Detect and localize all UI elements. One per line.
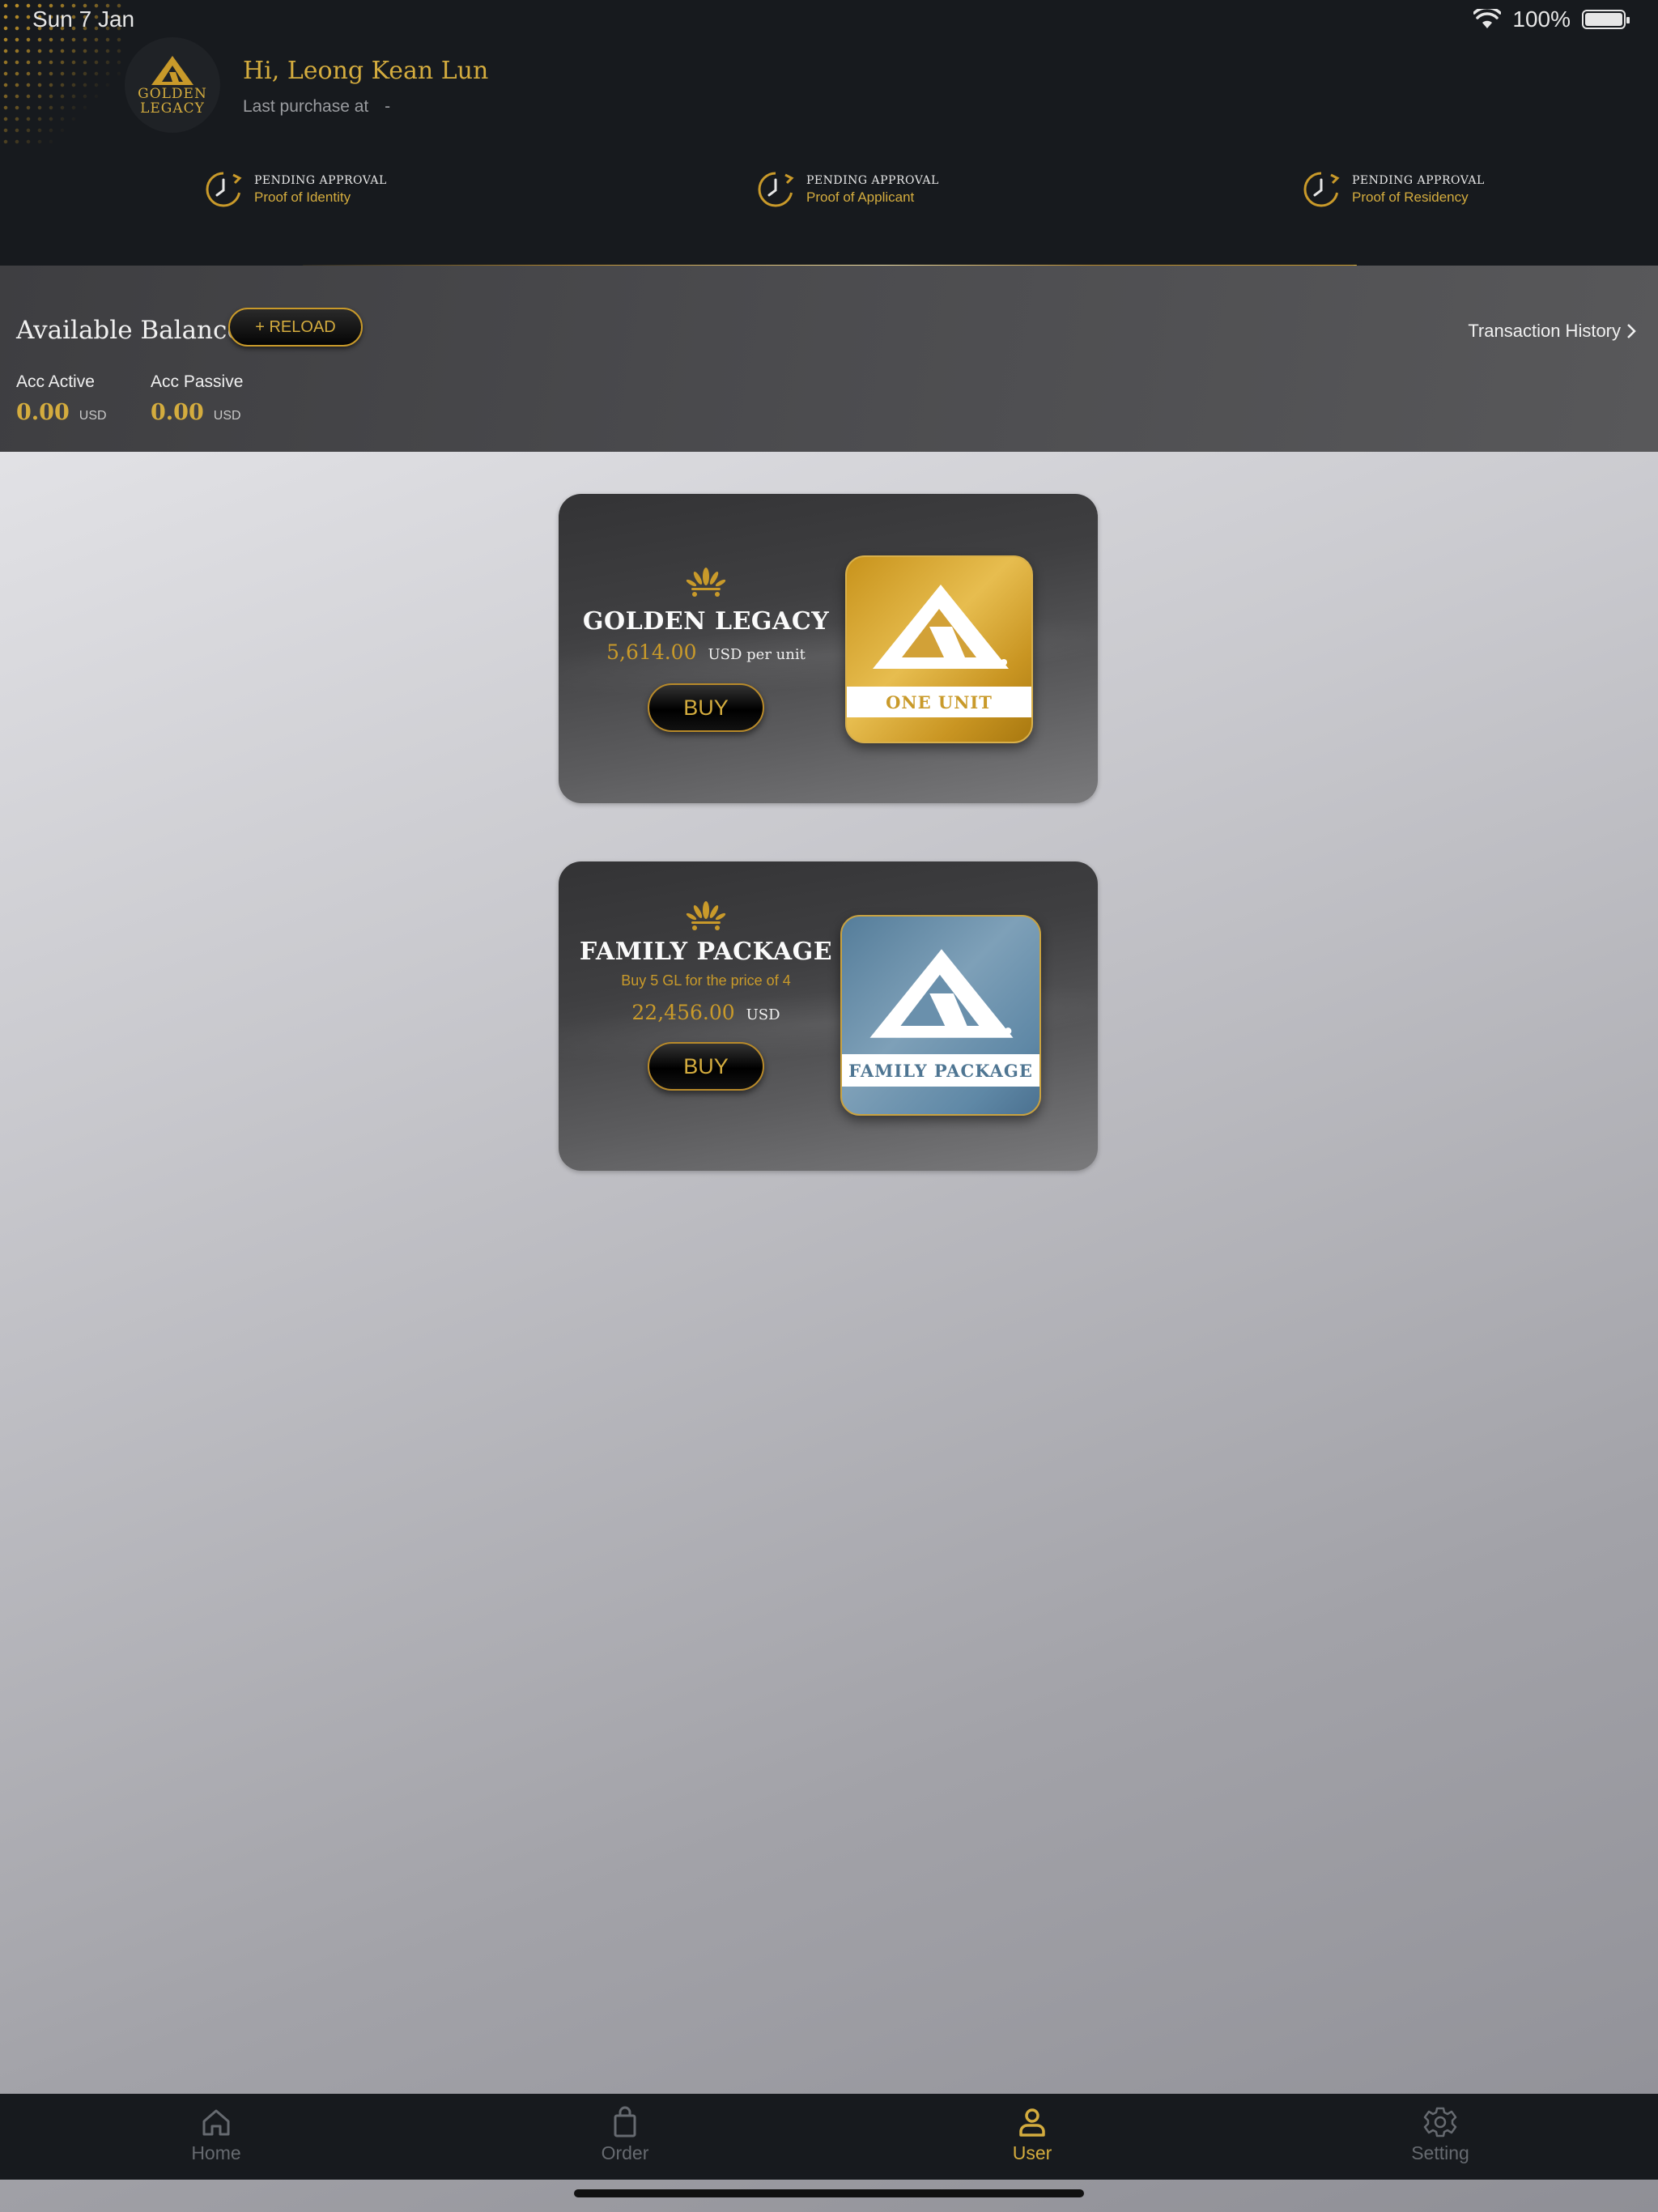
brand-logo: GOLDEN LEGACY [125, 37, 220, 133]
product-image-one-unit[interactable]: ONE UNIT [845, 555, 1033, 743]
clock-pending-icon [758, 172, 794, 207]
product-price: 22,456.00 [631, 1001, 735, 1024]
buy-button[interactable]: BUY [648, 683, 764, 732]
battery-percent: 100% [1512, 6, 1571, 32]
flourish-icon [686, 901, 726, 930]
verification-status: PENDING APPROVAL [254, 173, 387, 187]
tab-label: Home [191, 2142, 241, 2163]
account-unit: USD [213, 409, 241, 423]
product-card-family-package: FAMILY PACKAGE Buy 5 GL for the price of… [559, 861, 1098, 1171]
verification-status: PENDING APPROVAL [806, 173, 939, 187]
verification-status: PENDING APPROVAL [1352, 173, 1485, 187]
clock-pending-icon [206, 172, 242, 207]
buy-button[interactable]: BUY [648, 1042, 764, 1091]
battery-icon [1582, 10, 1630, 29]
tab-bar: Home Order User Setting [0, 2094, 1658, 2180]
account-active: Acc Active 0.00 USD [16, 372, 107, 425]
tab-order[interactable]: Order [552, 2105, 698, 2164]
product-image-family-package[interactable]: FAMILY PACKAGE [840, 915, 1041, 1116]
flourish-icon [686, 568, 726, 597]
product-subtitle: Buy 5 GL for the price of 4 [621, 972, 791, 989]
greeting: Hi, Leong Kean Lun [243, 57, 489, 85]
shopping-bag-icon [614, 2106, 636, 2138]
account-unit: USD [79, 409, 107, 423]
account-label: Acc Passive [151, 372, 244, 391]
tab-user[interactable]: User [959, 2105, 1105, 2164]
product-info: FAMILY PACKAGE Buy 5 GL for the price of… [559, 861, 853, 1171]
transaction-history-link[interactable]: Transaction History [1468, 321, 1637, 342]
user-icon [1019, 2108, 1045, 2137]
tab-home[interactable]: Home [143, 2105, 289, 2164]
product-price-unit: USD [746, 1006, 780, 1023]
balance-section: Available Balance + RELOAD Transaction H… [0, 266, 1658, 452]
logo-line1: GOLDEN [138, 86, 207, 102]
verification-identity[interactable]: PENDING APPROVAL Proof of Identity [204, 170, 387, 209]
header: Sun 7 Jan 100% GOLDEN LEGACY Hi, Leong K… [0, 0, 1658, 266]
tab-label: User [1012, 2142, 1052, 2163]
product-info: GOLDEN LEGACY 5,614.00 USD per unit BUY [559, 494, 853, 803]
product-title: FAMILY PACKAGE [579, 938, 833, 966]
verification-applicant[interactable]: PENDING APPROVAL Proof of Applicant [756, 170, 939, 209]
tile-label: ONE UNIT [847, 687, 1031, 717]
wifi-icon [1473, 9, 1502, 28]
gear-icon [1423, 2107, 1457, 2138]
product-card-golden-legacy: GOLDEN LEGACY 5,614.00 USD per unit BUY … [559, 494, 1098, 803]
logo-line2: LEGACY [140, 100, 205, 117]
account-label: Acc Active [16, 372, 95, 391]
last-purchase-label: Last purchase at [243, 97, 369, 116]
brand-triangle-icon [869, 949, 1014, 1038]
last-purchase-value: - [385, 97, 391, 116]
verification-label: Proof of Identity [254, 189, 351, 205]
product-price: 5,614.00 [606, 640, 697, 664]
verification-residency[interactable]: PENDING APPROVAL Proof of Residency [1302, 170, 1485, 209]
product-title: GOLDEN LEGACY [582, 607, 830, 636]
account-value: 0.00 [16, 400, 70, 425]
product-price-unit: USD per unit [708, 646, 806, 663]
status-time: Sun 7 Jan [32, 6, 135, 32]
brand-triangle-icon [873, 585, 1009, 669]
account-passive: Acc Passive 0.00 USD [151, 372, 243, 425]
status-indicators: 100% [1473, 6, 1630, 32]
tab-label: Setting [1411, 2142, 1469, 2163]
tile-label: FAMILY PACKAGE [842, 1054, 1039, 1087]
home-icon [202, 2109, 230, 2136]
account-value: 0.00 [151, 400, 204, 425]
triangle-logo-icon [151, 56, 193, 85]
clock-pending-icon [1303, 172, 1340, 207]
tab-label: Order [601, 2142, 649, 2163]
home-indicator[interactable] [574, 2189, 1084, 2197]
transaction-history-label: Transaction History [1468, 321, 1621, 341]
tab-setting[interactable]: Setting [1367, 2105, 1513, 2164]
chevron-right-icon [1627, 324, 1636, 338]
last-purchase: Last purchase at - [243, 97, 390, 117]
verification-label: Proof of Applicant [806, 189, 915, 205]
balance-title: Available Balance [16, 316, 242, 345]
verification-label: Proof of Residency [1352, 189, 1469, 205]
reload-button[interactable]: + RELOAD [228, 308, 363, 347]
